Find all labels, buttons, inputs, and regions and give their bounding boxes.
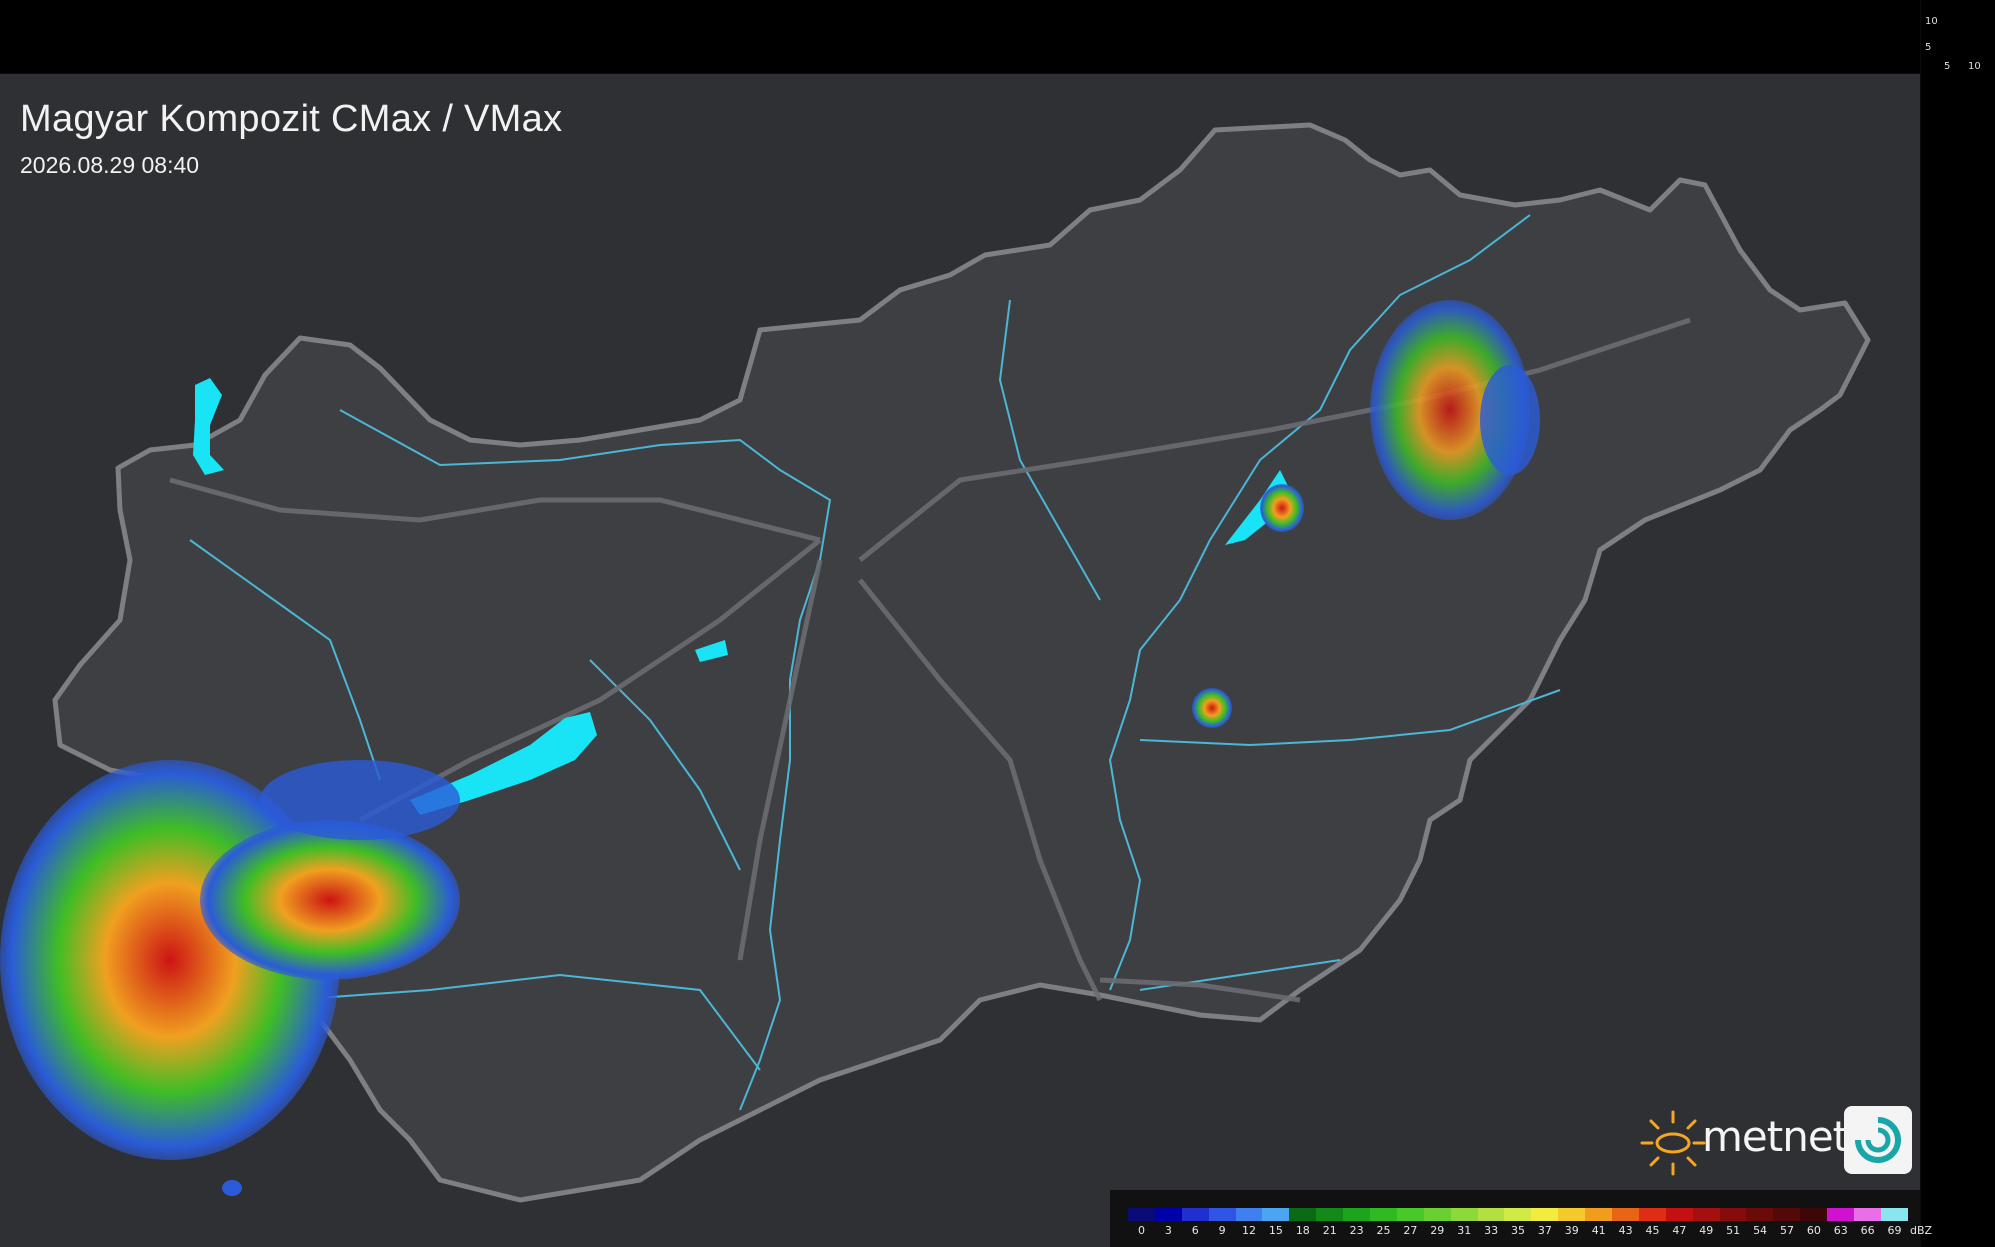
side-tick-10b: 10 [1968, 61, 1981, 72]
legend-swatch [1665, 1208, 1693, 1221]
legend-value: 47 [1672, 1224, 1687, 1237]
legend-labels: 0 3 6 9 12 15 18 21 23 25 27 29 31 33 35 37 39 41 43 45 47 49… [1128, 1224, 1932, 1240]
legend-swatch [1477, 1208, 1505, 1221]
legend-value: 33 [1484, 1224, 1499, 1237]
legend-value: 23 [1349, 1224, 1364, 1237]
legend-value: 51 [1726, 1224, 1741, 1237]
legend-value: 6 [1191, 1224, 1199, 1237]
dbz-legend: 0 3 6 9 12 15 18 21 23 25 27 29 31 33 35 37 39 41 43 45 47 49… [1110, 1190, 1932, 1247]
side-tick-5b: 5 [1944, 61, 1951, 72]
legend-swatch [1181, 1208, 1209, 1221]
legend-value: 29 [1430, 1224, 1445, 1237]
brand-text: metnet [1702, 1112, 1849, 1161]
top-profile-strip [0, 0, 1920, 73]
legend-swatch [1235, 1208, 1263, 1221]
legend-value: 35 [1511, 1224, 1525, 1237]
legend-value: 60 [1806, 1224, 1821, 1237]
legend-swatch [1289, 1208, 1317, 1221]
legend-swatch [1262, 1208, 1290, 1221]
legend-value: 69 [1887, 1224, 1902, 1237]
storm-cell-north-center [1260, 484, 1304, 532]
metnet-logo: metnet [1636, 1102, 1912, 1180]
storm-cell-center [1192, 688, 1232, 728]
legend-swatch [1558, 1208, 1586, 1221]
legend-value: 39 [1564, 1224, 1579, 1237]
storm-band-west [260, 760, 460, 840]
legend-value: 25 [1376, 1224, 1391, 1237]
sun-icon [1640, 1110, 1706, 1176]
legend-color-bar [1128, 1208, 1908, 1221]
legend-swatch [1638, 1208, 1666, 1221]
legend-value: 63 [1833, 1224, 1848, 1237]
legend-value: 3 [1164, 1224, 1172, 1237]
radar-map [0, 74, 1920, 1247]
legend-swatch [1154, 1208, 1182, 1221]
legend-swatch [1612, 1208, 1639, 1221]
legend-value: 66 [1860, 1224, 1875, 1237]
legend-value: 57 [1779, 1224, 1794, 1237]
legend-swatch [1128, 1208, 1155, 1221]
legend-swatch [1800, 1208, 1828, 1221]
legend-swatch [1531, 1208, 1559, 1221]
hungary-outline [52, 122, 1871, 1203]
storm-cell-east [1480, 365, 1540, 475]
storm-cell-southwest-2 [200, 820, 460, 980]
map-svg [0, 122, 1871, 1203]
right-profile-strip [1921, 0, 1995, 1247]
map-title: Magyar Kompozit CMax / VMax [20, 98, 563, 140]
legend-value: 15 [1268, 1224, 1283, 1237]
legend-value: 45 [1645, 1224, 1660, 1237]
legend-value: 18 [1295, 1224, 1310, 1237]
legend-swatch [1316, 1208, 1344, 1221]
storm-cell-south-edge [222, 1180, 242, 1196]
legend-swatch [1396, 1208, 1424, 1221]
map-timestamp: 2026.08.29 08:40 [20, 152, 200, 178]
legend-swatch [1880, 1208, 1908, 1221]
legend-value: 54 [1753, 1224, 1768, 1237]
legend-swatch [1585, 1208, 1613, 1221]
legend-swatch [1343, 1208, 1371, 1221]
legend-swatch [1208, 1208, 1236, 1221]
legend-swatch [1746, 1208, 1774, 1221]
legend-swatch [1692, 1208, 1720, 1221]
legend-value: 0 [1137, 1224, 1145, 1237]
legend-swatch [1450, 1208, 1478, 1221]
legend-value: 9 [1218, 1224, 1226, 1237]
legend-swatch [1773, 1208, 1801, 1221]
legend-swatch [1370, 1208, 1397, 1221]
legend-swatch [1504, 1208, 1532, 1221]
legend-unit: dBZ [1910, 1224, 1933, 1237]
legend-swatch [1854, 1208, 1881, 1221]
legend-value: 43 [1618, 1224, 1633, 1237]
legend-swatch [1827, 1208, 1855, 1221]
swirl-icon [1844, 1106, 1912, 1174]
legend-value: 27 [1403, 1224, 1418, 1237]
side-tick-5: 5 [1925, 42, 1932, 53]
legend-swatch [1423, 1208, 1451, 1221]
legend-value: 37 [1537, 1224, 1552, 1237]
legend-value: 31 [1457, 1224, 1472, 1237]
legend-value: 12 [1242, 1224, 1257, 1237]
legend-value: 49 [1699, 1224, 1714, 1237]
legend-swatch [1719, 1208, 1747, 1221]
legend-value: 21 [1322, 1224, 1337, 1237]
side-tick-10: 10 [1925, 16, 1938, 27]
legend-value: 41 [1591, 1224, 1606, 1237]
